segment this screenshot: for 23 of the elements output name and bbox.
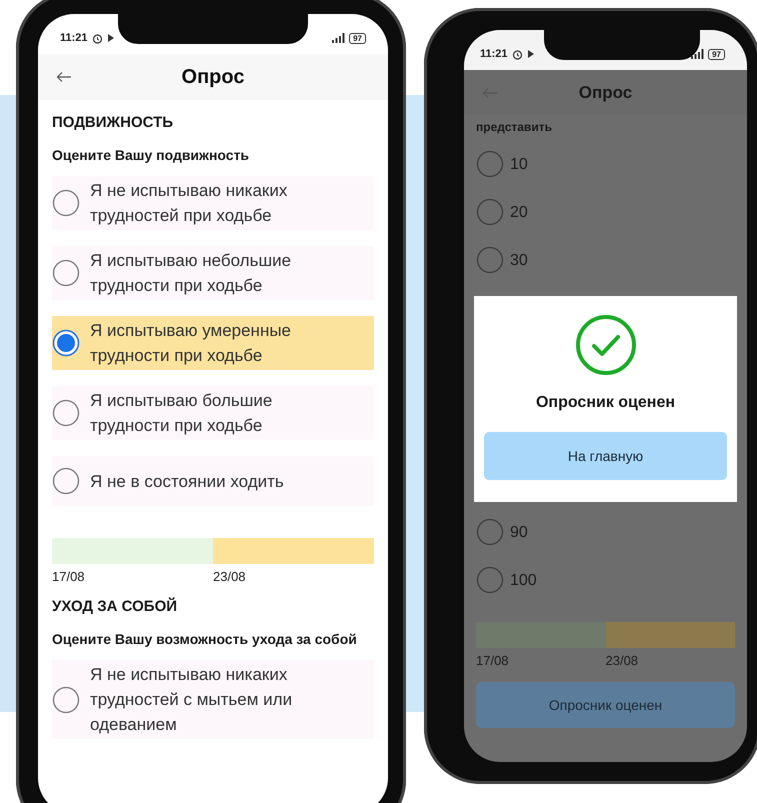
answer-option[interactable]: Я испытываю большие трудности при ходьбе	[52, 386, 374, 440]
date-label: 17/08	[476, 653, 510, 668]
answer-option[interactable]: Я испытываю небольшие трудности при ходьбе	[52, 246, 374, 300]
section-title: ПОДВИЖНОСТЬ	[52, 114, 174, 131]
question-text: представить	[476, 119, 553, 136]
screen-title: Опрос	[578, 82, 634, 102]
home-button[interactable]: На главную	[484, 432, 727, 480]
screen-title: Опрос	[180, 66, 246, 88]
section-title: УХОД ЗА СОБОЙ	[52, 598, 178, 615]
battery-indicator: 97	[708, 48, 725, 60]
question-text: Оцените Вашу возможность ухода за собой	[52, 630, 358, 649]
dialog-title: Опросник оценен	[536, 394, 676, 412]
status-time: 11:21	[60, 32, 88, 44]
question-text: Оцените Вашу подвижность	[52, 146, 250, 165]
answer-option[interactable]: Я не испытываю никаких трудностей при ходьбе	[52, 176, 374, 230]
answer-option[interactable]: Я испытываю умеренные трудности при ходьбе	[52, 316, 374, 370]
date-label: 23/08	[213, 569, 247, 584]
answer-option[interactable]: Я не испытываю никаких трудностей с мытьем или одеванием	[52, 660, 374, 739]
date-label: 17/08	[52, 569, 86, 584]
answer-option[interactable]: Я не в состоянии ходить	[52, 456, 374, 506]
status-time: 11:21	[480, 48, 508, 60]
battery-indicator: 97	[349, 32, 366, 44]
date-label: 23/08	[606, 653, 640, 668]
